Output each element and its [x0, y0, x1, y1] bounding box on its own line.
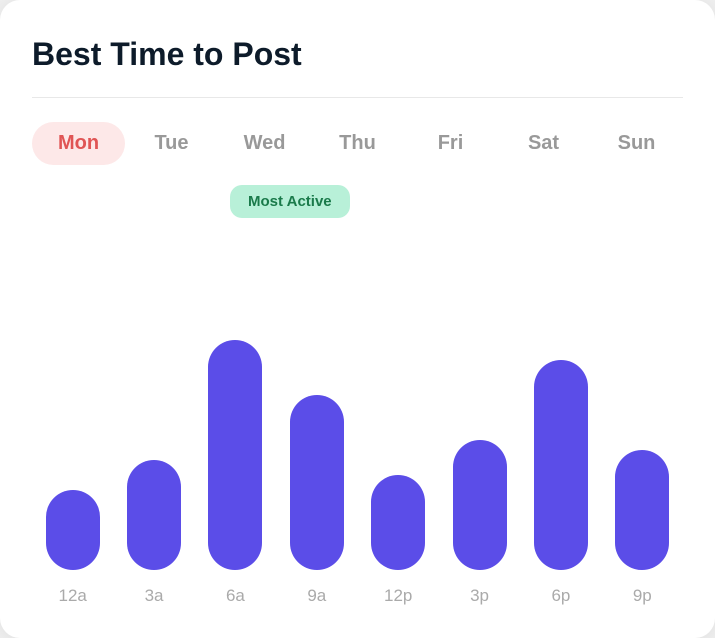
- bar-col-9a: [276, 395, 357, 570]
- chart-container: Most Active 12a3a6a9a12p3p6p9p: [32, 193, 683, 606]
- day-item-fri[interactable]: Fri: [404, 122, 497, 165]
- day-item-sun[interactable]: Sun: [590, 122, 683, 165]
- bar-12a: [46, 490, 100, 570]
- day-item-thu[interactable]: Thu: [311, 122, 404, 165]
- x-label-12p: 12p: [358, 586, 439, 606]
- bar-col-12p: [358, 475, 439, 570]
- x-label-6p: 6p: [520, 586, 601, 606]
- days-row: MonTueWedThuFriSatSun: [32, 122, 683, 165]
- x-labels: 12a3a6a9a12p3p6p9p: [32, 586, 683, 606]
- x-label-9p: 9p: [602, 586, 683, 606]
- x-label-12a: 12a: [32, 586, 113, 606]
- bar-9p: [615, 450, 669, 570]
- bar-12p: [371, 475, 425, 570]
- bar-3p: [453, 440, 507, 570]
- day-item-sat[interactable]: Sat: [497, 122, 590, 165]
- page-title: Best Time to Post: [32, 36, 683, 73]
- best-time-card: Best Time to Post MonTueWedThuFriSatSun …: [0, 0, 715, 638]
- bar-col-6p: [520, 360, 601, 570]
- bars-area: [32, 193, 683, 570]
- bar-col-12a: [32, 490, 113, 570]
- bar-3a: [127, 460, 181, 570]
- day-item-wed[interactable]: Wed: [218, 122, 311, 165]
- bar-9a: [290, 395, 344, 570]
- bar-col-3p: [439, 440, 520, 570]
- bar-col-9p: [602, 450, 683, 570]
- bar-col-6a: [195, 340, 276, 570]
- x-label-6a: 6a: [195, 586, 276, 606]
- x-label-3p: 3p: [439, 586, 520, 606]
- bar-col-3a: [113, 460, 194, 570]
- most-active-badge: Most Active: [230, 185, 350, 218]
- divider: [32, 97, 683, 98]
- x-label-3a: 3a: [113, 586, 194, 606]
- bar-6a: [208, 340, 262, 570]
- day-item-mon[interactable]: Mon: [32, 122, 125, 165]
- x-label-9a: 9a: [276, 586, 357, 606]
- day-item-tue[interactable]: Tue: [125, 122, 218, 165]
- bar-6p: [534, 360, 588, 570]
